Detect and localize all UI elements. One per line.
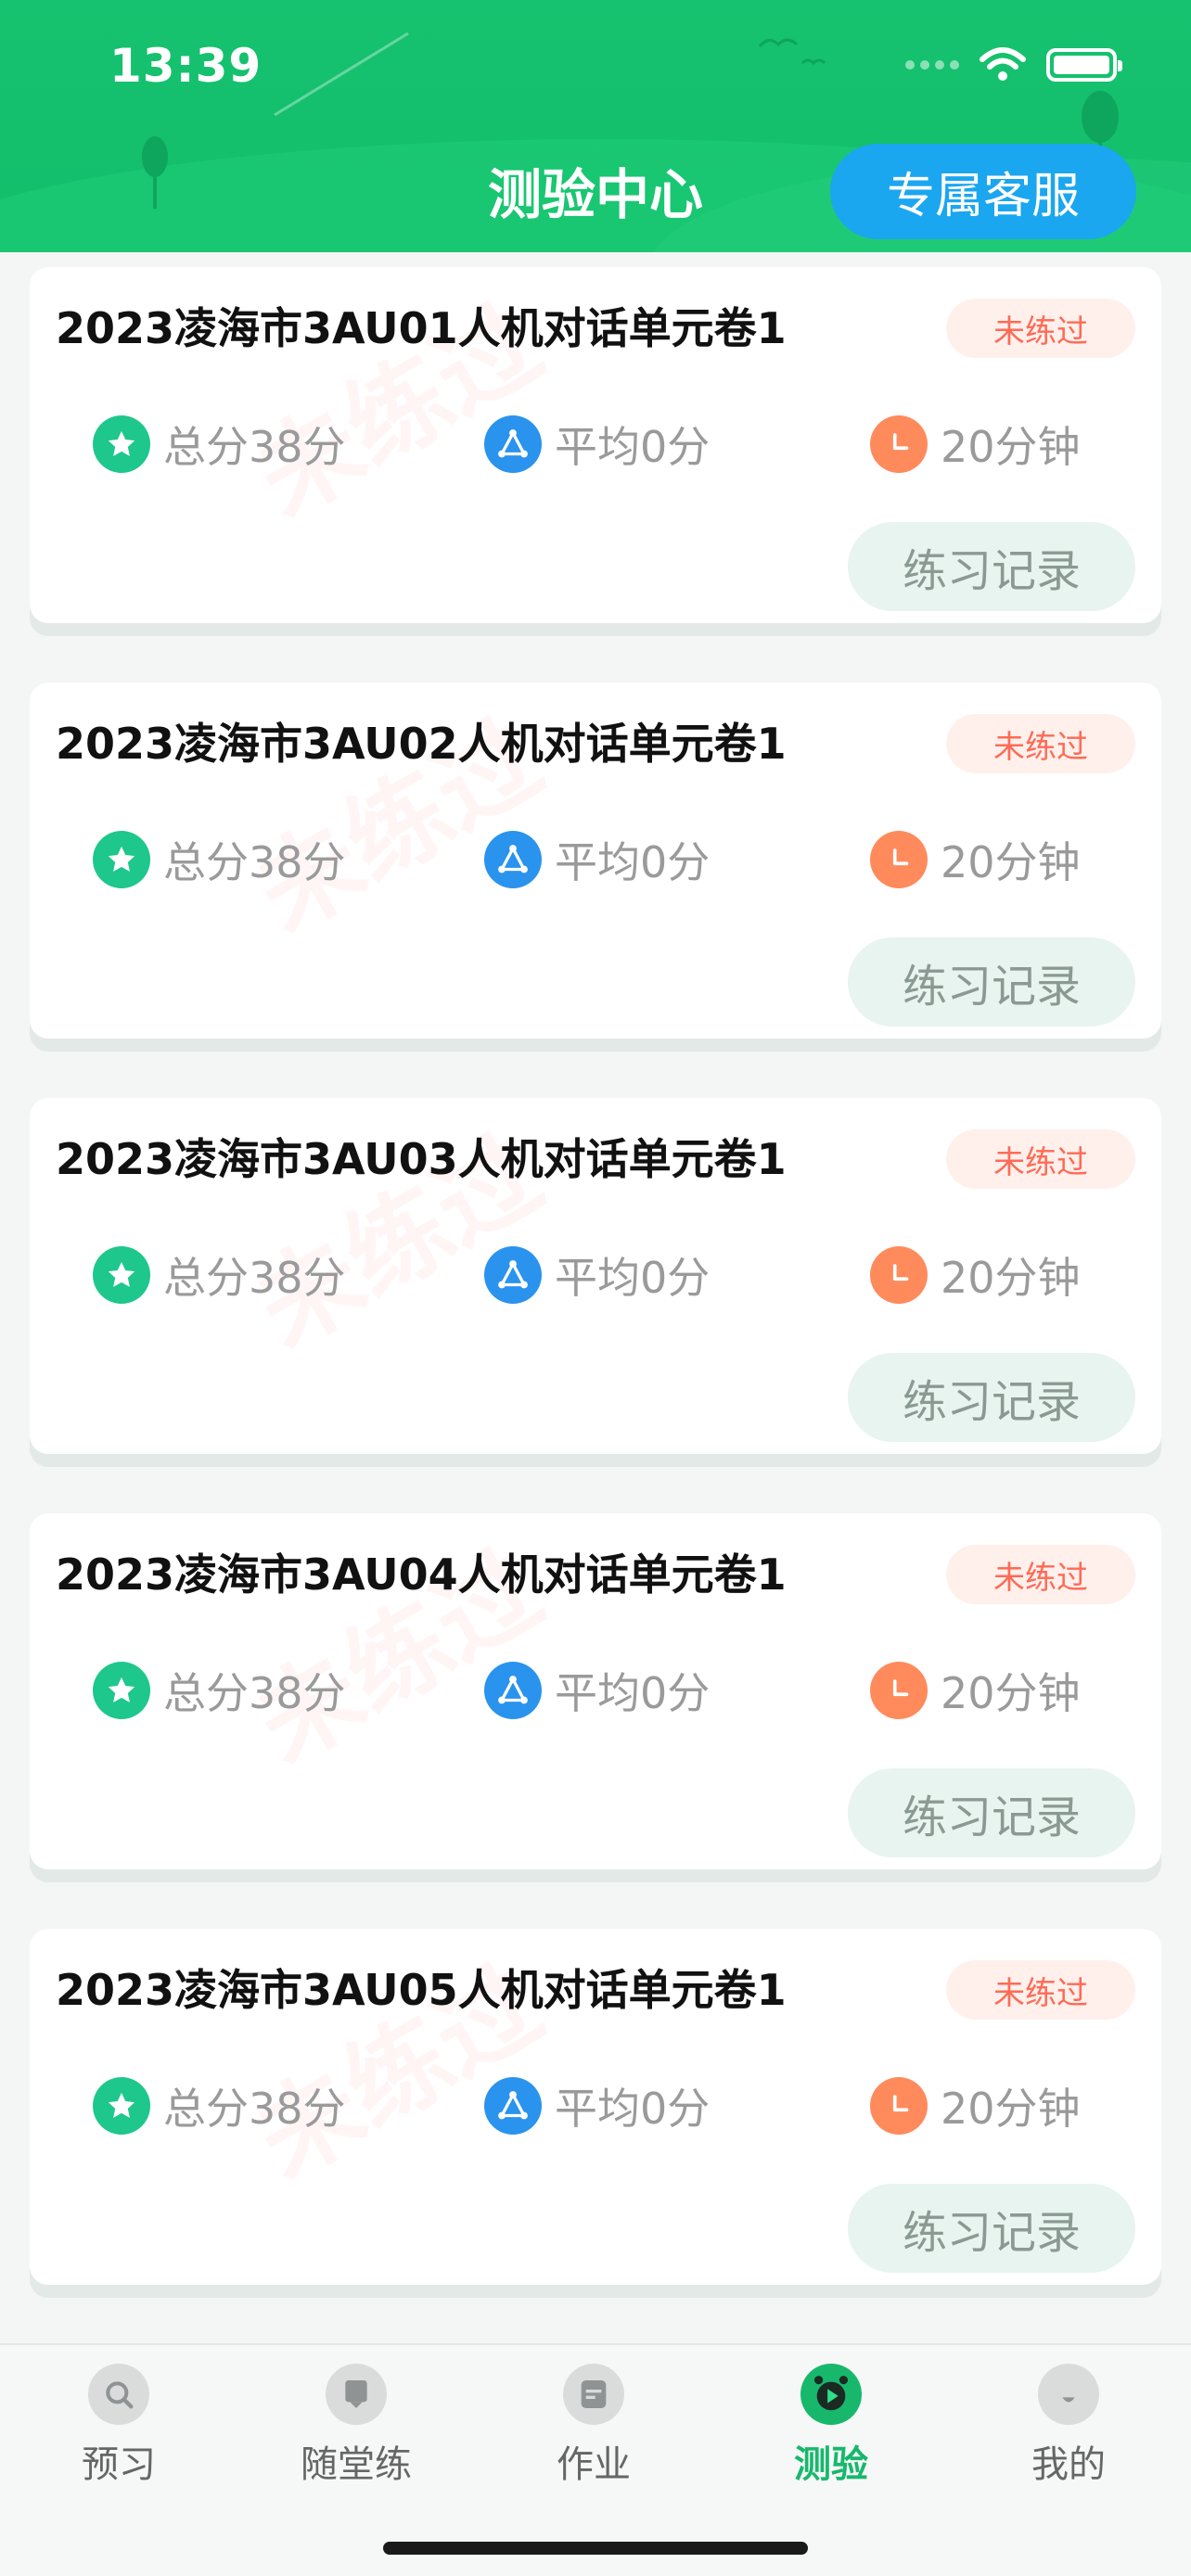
clock-icon — [870, 1246, 928, 1304]
duration-stat: 20分钟 — [870, 1660, 1081, 1721]
practice-record-button[interactable]: 练习记录 — [848, 1768, 1135, 1857]
star-icon — [93, 415, 150, 473]
tab-label: 我的 — [1031, 2443, 1106, 2486]
preview-icon — [88, 2364, 149, 2425]
status-badge: 未练过 — [946, 714, 1135, 773]
total-score-stat: 总分38分 — [93, 829, 346, 890]
total-score-text: 总分38分 — [163, 422, 346, 472]
average-score-stat: 平均0分 — [484, 1244, 710, 1306]
clock-icon — [870, 831, 928, 888]
home-indicator[interactable] — [383, 2542, 808, 2555]
triangle-nodes-icon — [484, 831, 542, 888]
practice-record-button[interactable]: 练习记录 — [848, 1353, 1135, 1442]
average-score-text: 平均0分 — [555, 837, 711, 887]
status-icons — [905, 46, 1122, 83]
tab-label: 作业 — [557, 2443, 631, 2486]
tab-label: 测验 — [794, 2443, 868, 2486]
star-icon — [93, 1662, 150, 1719]
tab-classroom-practice[interactable]: 随堂练 — [263, 2364, 449, 2488]
duration-text: 20分钟 — [941, 837, 1081, 887]
tab-label: 随堂练 — [301, 2443, 412, 2486]
triangle-nodes-icon — [484, 1246, 542, 1304]
status-time: 13:39 — [109, 39, 263, 93]
battery-icon — [1046, 48, 1122, 82]
status-badge: 未练过 — [946, 1545, 1135, 1604]
average-score-text: 平均0分 — [555, 2084, 711, 2134]
quiz-card[interactable]: 未练过 2023凌海市3AU05人机对话单元卷1 未练过 总分38分 平均0分 … — [30, 1929, 1161, 2298]
duration-stat: 20分钟 — [870, 2075, 1081, 2136]
profile-icon — [1038, 2364, 1099, 2425]
clock-icon — [870, 2077, 928, 2135]
total-score-stat: 总分38分 — [93, 1244, 346, 1306]
quiz-card[interactable]: 未练过 2023凌海市3AU02人机对话单元卷1 未练过 总分38分 平均0分 … — [30, 682, 1161, 1052]
tab-label: 预习 — [82, 2443, 156, 2486]
duration-stat: 20分钟 — [870, 829, 1081, 890]
average-score-text: 平均0分 — [555, 1668, 711, 1718]
customer-service-button[interactable]: 专属客服 — [830, 144, 1136, 239]
total-score-stat: 总分38分 — [93, 2075, 346, 2136]
triangle-nodes-icon — [484, 415, 542, 473]
quiz-card[interactable]: 未练过 2023凌海市3AU01人机对话单元卷1 未练过 总分38分 平均0分 … — [30, 267, 1161, 636]
quiz-title: 2023凌海市3AU05人机对话单元卷1 — [56, 1965, 787, 2015]
homework-icon — [563, 2364, 624, 2425]
duration-stat: 20分钟 — [870, 1244, 1081, 1306]
classroom-practice-icon — [326, 2364, 387, 2425]
status-badge: 未练过 — [946, 1129, 1135, 1189]
average-score-stat: 平均0分 — [484, 414, 710, 475]
tab-profile[interactable]: 我的 — [976, 2364, 1161, 2488]
star-icon — [93, 2077, 150, 2135]
header: 13:39 测验中心 专属客服 — [0, 0, 1191, 252]
triangle-nodes-icon — [484, 1662, 542, 1719]
quiz-card[interactable]: 未练过 2023凌海市3AU04人机对话单元卷1 未练过 总分38分 平均0分 … — [30, 1513, 1161, 1882]
tab-homework[interactable]: 作业 — [501, 2364, 686, 2488]
clock-icon — [870, 1662, 928, 1719]
average-score-stat: 平均0分 — [484, 2075, 710, 2136]
tab-quiz[interactable]: 测验 — [738, 2364, 924, 2488]
quiz-title: 2023凌海市3AU01人机对话单元卷1 — [56, 303, 787, 353]
duration-text: 20分钟 — [941, 1253, 1081, 1303]
average-score-stat: 平均0分 — [484, 829, 710, 890]
star-icon — [93, 1246, 150, 1304]
quiz-title: 2023凌海市3AU03人机对话单元卷1 — [56, 1134, 787, 1184]
status-badge: 未练过 — [946, 1960, 1135, 2020]
clock-icon — [870, 415, 928, 473]
quiz-title: 2023凌海市3AU04人机对话单元卷1 — [56, 1549, 787, 1600]
duration-text: 20分钟 — [941, 422, 1081, 472]
total-score-text: 总分38分 — [163, 1253, 346, 1303]
total-score-text: 总分38分 — [163, 837, 346, 887]
duration-text: 20分钟 — [941, 2084, 1081, 2134]
quiz-title: 2023凌海市3AU02人机对话单元卷1 — [56, 719, 787, 769]
status-badge: 未练过 — [946, 299, 1135, 358]
average-score-text: 平均0分 — [555, 422, 711, 472]
average-score-text: 平均0分 — [555, 1253, 711, 1303]
total-score-stat: 总分38分 — [93, 414, 346, 475]
signal-icon — [905, 60, 959, 70]
duration-stat: 20分钟 — [870, 414, 1081, 475]
quiz-card[interactable]: 未练过 2023凌海市3AU03人机对话单元卷1 未练过 总分38分 平均0分 … — [30, 1098, 1161, 1467]
total-score-stat: 总分38分 — [93, 1660, 346, 1721]
tab-preview[interactable]: 预习 — [26, 2364, 211, 2488]
practice-record-button[interactable]: 练习记录 — [848, 522, 1135, 611]
total-score-text: 总分38分 — [163, 2084, 346, 2134]
average-score-stat: 平均0分 — [484, 1660, 710, 1721]
wifi-icon — [980, 47, 1026, 81]
total-score-text: 总分38分 — [163, 1668, 346, 1718]
triangle-nodes-icon — [484, 2077, 542, 2135]
duration-text: 20分钟 — [941, 1668, 1081, 1718]
bird-decoration-icon — [758, 38, 826, 66]
practice-record-button[interactable]: 练习记录 — [848, 937, 1135, 1027]
light-streak-decoration — [274, 32, 409, 117]
star-icon — [93, 831, 150, 888]
quiz-icon — [800, 2364, 862, 2425]
practice-record-button[interactable]: 练习记录 — [848, 2184, 1135, 2273]
